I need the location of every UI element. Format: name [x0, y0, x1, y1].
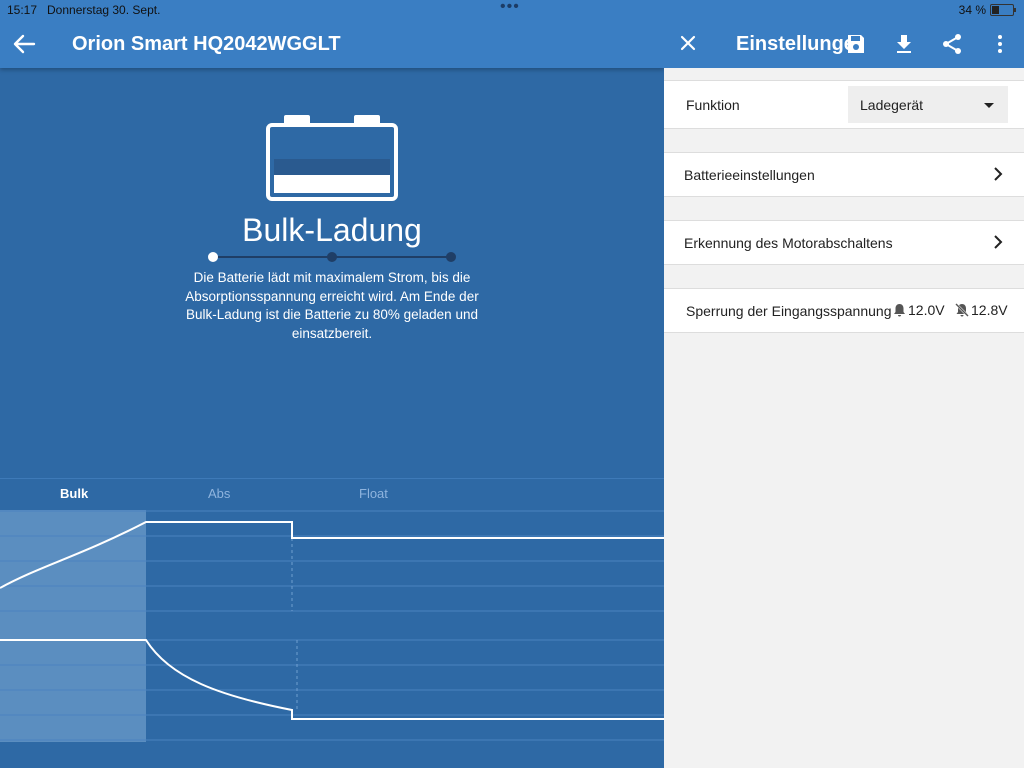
download-icon[interactable] — [892, 32, 916, 56]
charge-curve-chart: Bulk Abs Float — [0, 478, 664, 768]
function-value: Ladegerät — [860, 97, 924, 113]
bell-icon — [894, 304, 905, 317]
progress-step-abs — [327, 252, 337, 262]
settings-panel: Einstellungen Funktion Ladegerät Batteri… — [664, 0, 1024, 768]
chart-tab-abs[interactable]: Abs — [208, 486, 230, 501]
status-battery: 34 % — [958, 3, 1016, 17]
charge-progress — [208, 252, 456, 262]
function-label: Funktion — [686, 97, 740, 113]
status-time: 15:17 — [7, 3, 38, 17]
share-icon[interactable] — [940, 32, 964, 56]
charge-state-title: Bulk-Ladung — [242, 212, 422, 248]
chart-tab-bulk[interactable]: Bulk — [60, 486, 88, 501]
input-lock-label: Sperrung der Eingangsspannung — [686, 303, 892, 319]
engine-detect-label: Erkennung des Motorabschaltens — [684, 235, 893, 251]
progress-step-float — [446, 252, 456, 262]
back-arrow-icon[interactable] — [12, 34, 36, 54]
progress-step-bulk — [208, 252, 218, 262]
chart-tab-float[interactable]: Float — [359, 486, 388, 501]
settings-row-battery[interactable]: Batterieeinstellungen — [664, 152, 1024, 197]
battery-status-icon — [990, 4, 1016, 16]
bell-off-icon — [955, 303, 969, 317]
chevron-down-icon — [984, 103, 994, 108]
device-panel: Orion Smart HQ2042WGGLT Bulk-Ladung Die … — [0, 0, 664, 768]
close-icon[interactable] — [678, 33, 698, 53]
save-icon[interactable] — [844, 32, 868, 56]
chevron-right-icon — [994, 235, 1003, 249]
function-select[interactable]: Ladegerät — [848, 86, 1008, 123]
volt-off-value: 12.8V — [955, 302, 1008, 318]
settings-row-engine[interactable]: Erkennung des Motorabschaltens — [664, 220, 1024, 265]
settings-row-function: Funktion Ladegerät — [664, 80, 1024, 129]
charge-state-description: Die Batterie lädt mit maximalem Strom, b… — [185, 270, 479, 341]
settings-row-input-lock[interactable]: Sperrung der Eingangsspannung 12.0V 12.8… — [664, 288, 1024, 333]
battery-settings-label: Batterieeinstellungen — [684, 167, 815, 183]
battery-icon — [266, 115, 398, 201]
chevron-right-icon — [994, 167, 1003, 181]
status-date: Donnerstag 30. Sept. — [47, 3, 161, 17]
settings-title: Einstellungen — [736, 33, 856, 55]
device-title: Orion Smart HQ2042WGGLT — [72, 33, 341, 55]
battery-percent: 34 % — [958, 3, 986, 17]
status-bar: 15:17 Donnerstag 30. Sept. ••• 34 % — [0, 0, 1024, 20]
volt-on-value: 12.0V — [893, 302, 945, 318]
more-vert-icon[interactable] — [988, 32, 1012, 56]
multitask-dots-icon[interactable]: ••• — [500, 0, 520, 16]
